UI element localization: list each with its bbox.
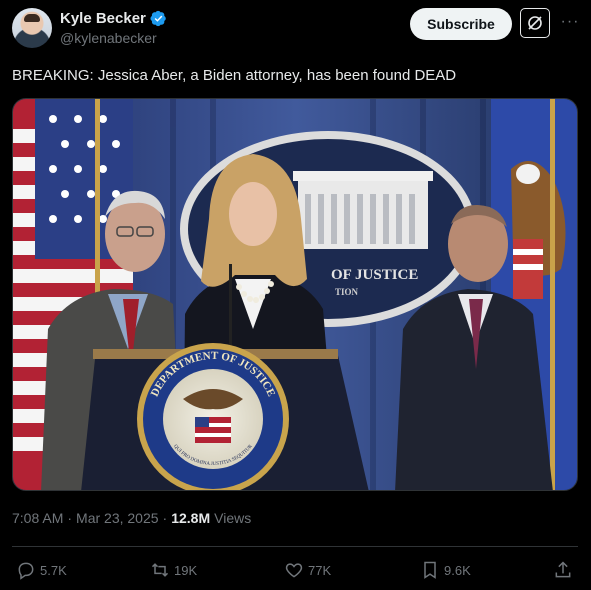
tweet-header: Kyle Becker @kylenabecker Subscribe ···: [0, 0, 591, 56]
tweet-text: BREAKING: Jessica Aber, a Biden attorney…: [12, 67, 457, 84]
views-count: 12.8M: [171, 510, 211, 526]
views-label: Views: [214, 510, 252, 526]
tweet-date[interactable]: Mar 23, 2025: [76, 510, 159, 526]
reply-count: 5.7K: [40, 562, 67, 578]
share-icon: [555, 561, 571, 578]
author-name-line[interactable]: Kyle Becker: [60, 10, 167, 27]
repost-button[interactable]: 19K: [150, 556, 197, 584]
action-bar: 5.7K 19K 77K 9.6K: [0, 556, 591, 584]
author-handle[interactable]: @kylenabecker: [60, 30, 157, 46]
author-name[interactable]: Kyle Becker: [60, 10, 146, 27]
grok-icon: [528, 16, 542, 30]
like-button[interactable]: 77K: [284, 556, 331, 584]
tweet-meta: 7:08 AM · Mar 23, 2025 · 12.8M Views: [12, 510, 251, 526]
bookmark-button[interactable]: 9.6K: [420, 556, 471, 584]
repost-icon: [151, 563, 169, 577]
tweet-photo[interactable]: OF JUSTICE TION DEPARTMENT OF JUSTICE QU…: [12, 98, 578, 491]
reply-icon: [18, 562, 34, 580]
repost-count: 19K: [174, 562, 198, 578]
reply-button[interactable]: 5.7K: [16, 556, 67, 584]
grok-button[interactable]: [520, 8, 550, 38]
subscribe-button[interactable]: Subscribe: [410, 8, 512, 40]
press-conference-photo: OF JUSTICE TION DEPARTMENT OF JUSTICE QU…: [13, 99, 577, 490]
backdrop-text-2: TION: [335, 287, 359, 297]
avatar-hair: [24, 14, 40, 22]
bookmark-count: 9.6K: [444, 562, 471, 578]
divider: [12, 546, 578, 547]
meta-separator-2: ·: [162, 510, 168, 526]
heart-icon: [285, 563, 303, 578]
backdrop-text: OF JUSTICE: [331, 267, 418, 283]
meta-separator: ·: [67, 510, 73, 526]
podium: DEPARTMENT OF JUSTICE QUI PRO DOMINA JUS…: [81, 343, 369, 490]
bookmark-icon: [424, 561, 436, 579]
tweet-time[interactable]: 7:08 AM: [12, 510, 63, 526]
verified-badge-icon: [150, 10, 166, 27]
more-options-icon[interactable]: ···: [558, 10, 582, 34]
like-count: 77K: [308, 562, 332, 578]
avatar[interactable]: [12, 8, 52, 48]
share-button[interactable]: [553, 556, 573, 584]
